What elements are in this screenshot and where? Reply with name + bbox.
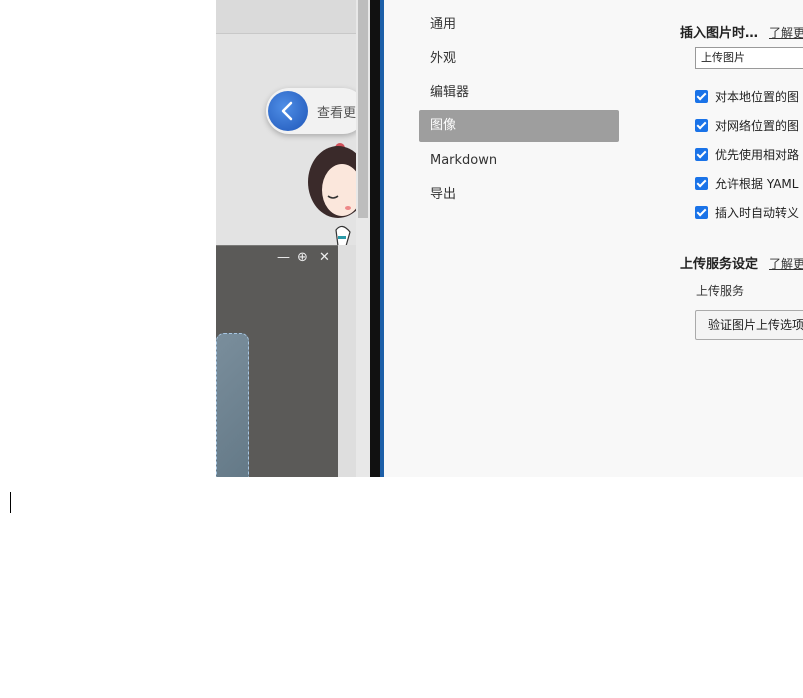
checkbox-yaml[interactable] <box>695 177 708 190</box>
upload-service-section-title: 上传服务设定 <box>680 257 759 272</box>
insert-image-section-title: 插入图片时… <box>680 26 759 41</box>
background-app-window: 查看更 — ⊕ ✕ <box>216 0 371 477</box>
insert-image-action-select[interactable]: 上传图片 <box>695 47 803 69</box>
back-button-label: 查看更 <box>317 106 357 121</box>
upload-service-label: 上传服务 <box>696 284 745 298</box>
sidebar-item-image[interactable]: 图像 <box>419 110 619 142</box>
checkbox-network-images[interactable] <box>695 119 708 132</box>
checkbox-label: 对本地位置的图 <box>715 90 800 104</box>
background-app-edge <box>338 245 356 477</box>
checkbox-local-images[interactable] <box>695 90 708 103</box>
chevron-left-icon[interactable] <box>268 91 308 131</box>
sidebar-item-export[interactable]: 导出 <box>419 179 619 211</box>
checkbox-label: 插入时自动转义 <box>715 206 800 220</box>
insert-learn-more-link[interactable]: 了解更 <box>769 24 803 41</box>
checkbox-label: 对网络位置的图 <box>715 119 800 133</box>
cartoon-girl-illustration <box>308 143 358 247</box>
verify-upload-button[interactable]: 验证图片上传选项 <box>695 310 803 340</box>
sidebar-item-editor[interactable]: 编辑器 <box>419 77 619 109</box>
background-scrollbar-thumb[interactable] <box>358 0 368 218</box>
checkbox-label: 允许根据 YAML <box>715 177 799 191</box>
checkbox-label: 优先使用相对路 <box>715 148 800 162</box>
sidebar-item-markdown[interactable]: Markdown <box>419 145 619 177</box>
checkbox-auto-escape[interactable] <box>695 206 708 219</box>
window-divider <box>370 0 380 477</box>
text-cursor <box>10 492 11 513</box>
sidebar-item-general[interactable]: 通用 <box>419 9 619 41</box>
close-icon[interactable]: ✕ <box>319 250 330 265</box>
preferences-window: 通用 外观 编辑器 图像 Markdown 导出 插入图片时… 了解更 上传图片… <box>384 0 803 477</box>
floating-dark-panel: — ⊕ ✕ <box>216 245 338 477</box>
sidebar-item-appearance[interactable]: 外观 <box>419 43 619 75</box>
checkbox-relative-path[interactable] <box>695 148 708 161</box>
minimize-icon[interactable]: — <box>277 250 290 265</box>
preferences-sidebar: 通用 外观 编辑器 图像 Markdown 导出 <box>384 0 624 477</box>
background-app-toolbar <box>216 0 356 34</box>
dashed-selection-box <box>216 333 249 477</box>
upload-learn-more-link[interactable]: 了解更 <box>769 255 803 272</box>
maximize-icon[interactable]: ⊕ <box>297 250 308 265</box>
